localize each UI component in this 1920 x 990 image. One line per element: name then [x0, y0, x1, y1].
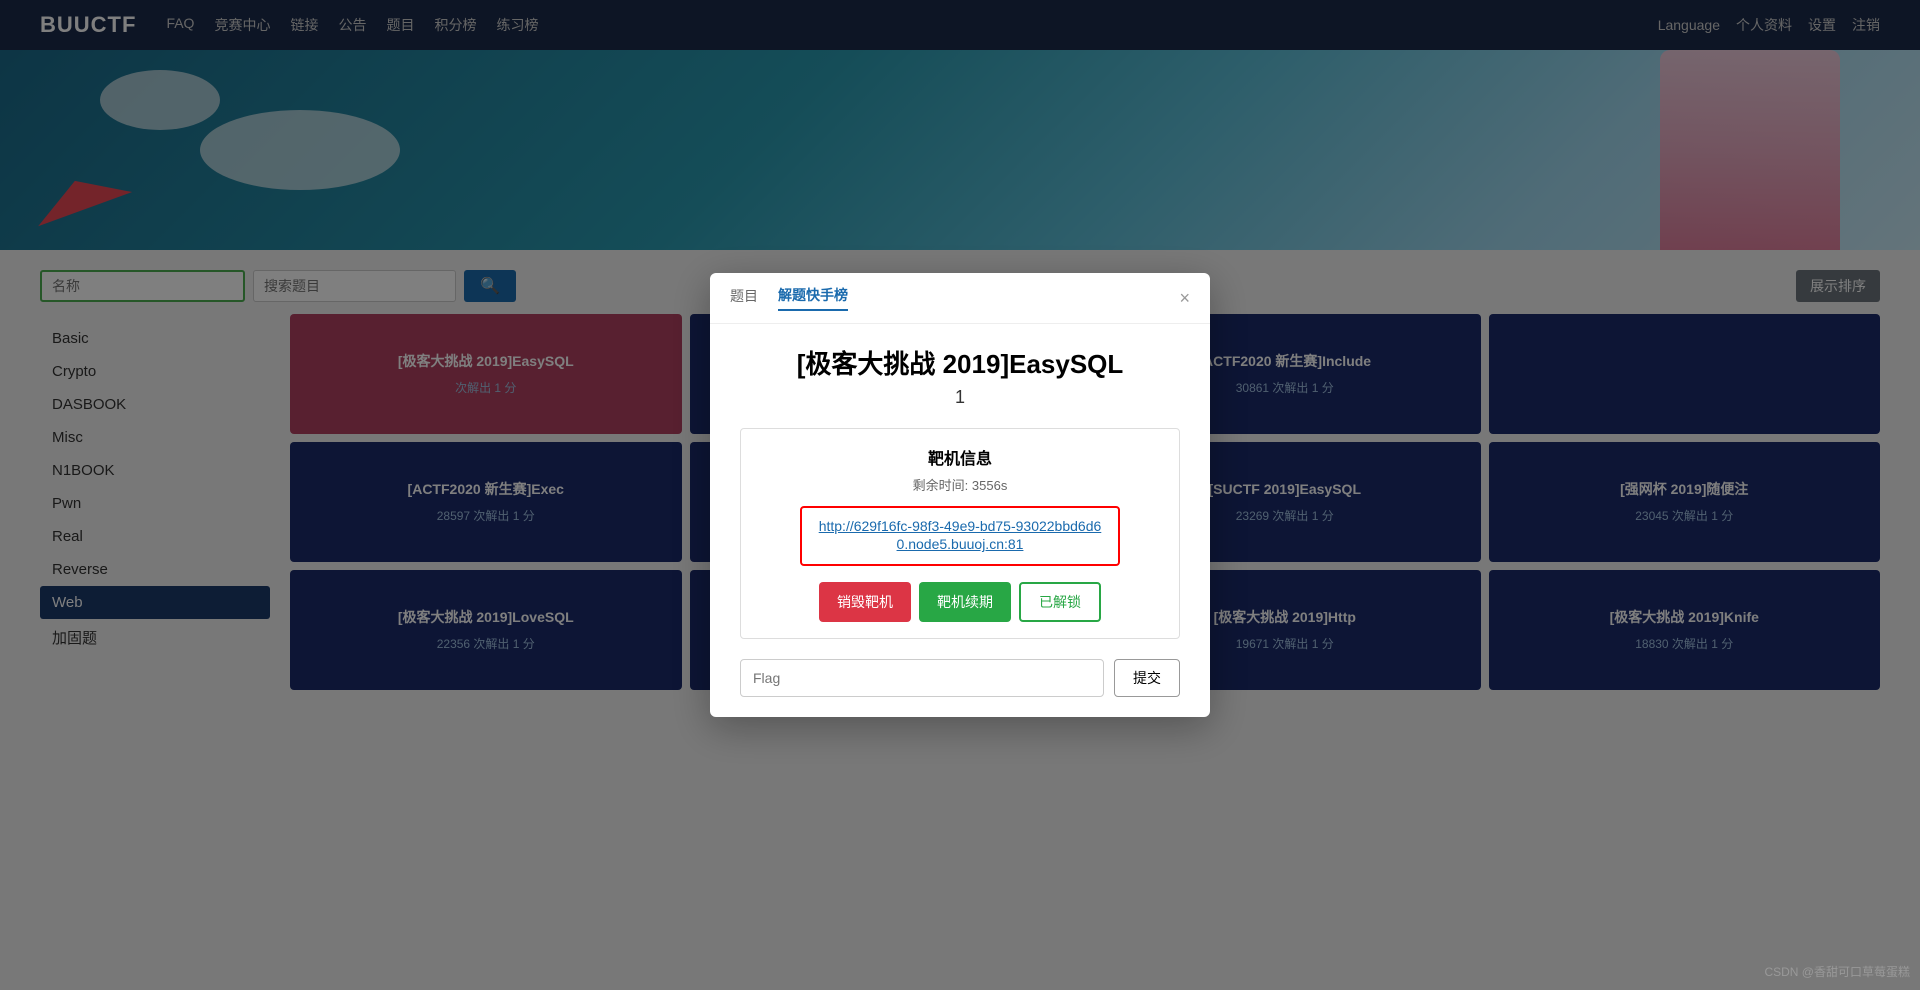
renew-target-button[interactable]: 靶机续期 — [919, 582, 1011, 622]
already-solved-button[interactable]: 已解锁 — [1019, 582, 1101, 622]
modal-tab-problem[interactable]: 题目 — [730, 286, 758, 310]
modal-subtitle: 1 — [740, 387, 1180, 408]
submit-flag-button[interactable]: 提交 — [1114, 659, 1180, 697]
modal-body: [极客大挑战 2019]EasySQL 1 靶机信息 剩余时间: 3556s h… — [710, 324, 1210, 717]
modal-header: 题目 解题快手榜 × — [710, 273, 1210, 324]
modal-title: [极客大挑战 2019]EasySQL — [740, 344, 1180, 381]
watermark: CSDN @香甜可口草莓蛋糕 — [1764, 963, 1910, 980]
modal-dialog: 题目 解题快手榜 × [极客大挑战 2019]EasySQL 1 靶机信息 剩余… — [710, 273, 1210, 717]
modal-overlay[interactable]: 题目 解题快手榜 × [极客大挑战 2019]EasySQL 1 靶机信息 剩余… — [0, 0, 1920, 990]
target-url-link[interactable]: http://629f16fc-98f3-49e9-bd75-93022bbd6… — [819, 518, 1102, 552]
modal-tab-leaderboard[interactable]: 解题快手榜 — [778, 285, 848, 311]
modal-close-button[interactable]: × — [1179, 288, 1190, 309]
flag-row: 提交 — [740, 659, 1180, 697]
target-info-title: 靶机信息 — [757, 445, 1163, 469]
destroy-target-button[interactable]: 销毁靶机 — [819, 582, 911, 622]
target-actions: 销毁靶机 靶机续期 已解锁 — [757, 582, 1163, 622]
target-info-box: 靶机信息 剩余时间: 3556s http://629f16fc-98f3-49… — [740, 428, 1180, 639]
target-url-box: http://629f16fc-98f3-49e9-bd75-93022bbd6… — [800, 506, 1120, 566]
flag-input[interactable] — [740, 659, 1104, 697]
target-timer: 剩余时间: 3556s — [757, 475, 1163, 494]
